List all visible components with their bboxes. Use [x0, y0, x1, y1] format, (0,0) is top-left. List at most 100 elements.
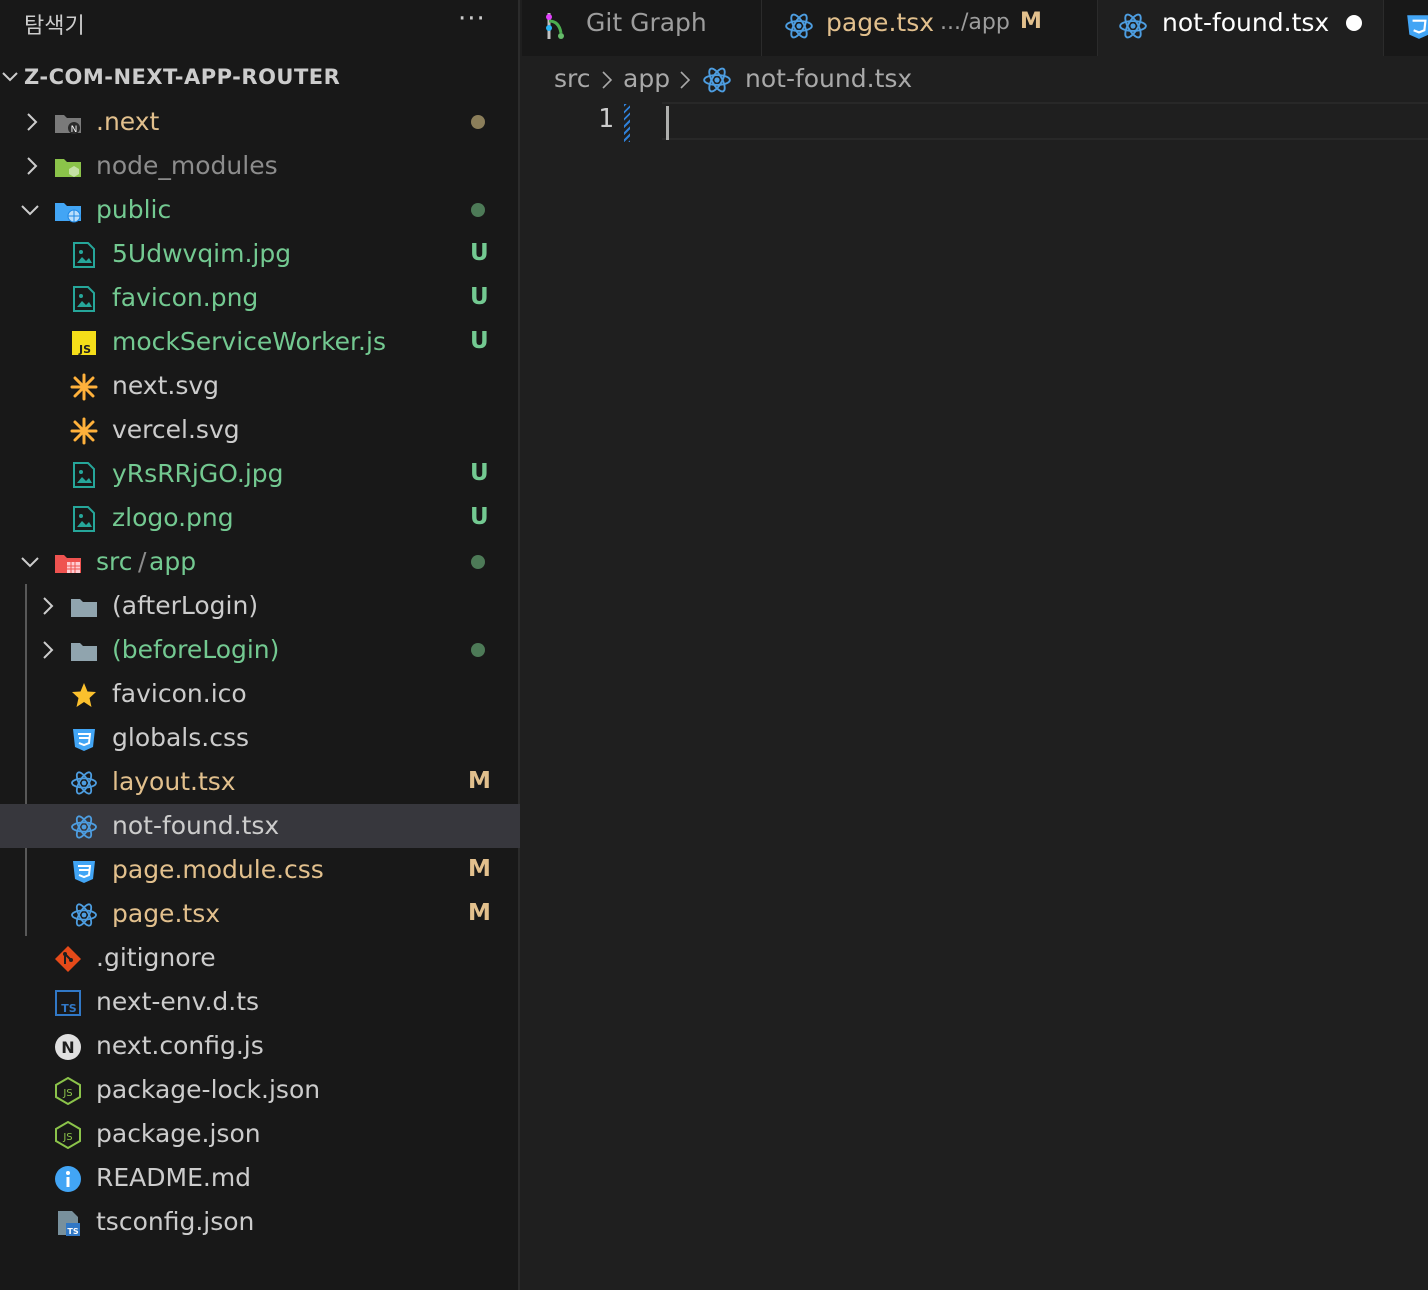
tree-item-label: mockServiceWorker.js	[112, 327, 386, 356]
tree-item-next[interactable]: N .next	[0, 100, 520, 144]
chevron-down-icon	[21, 557, 39, 568]
tree-item-next-config-js[interactable]: N next.config.js	[0, 1024, 520, 1068]
path-separator: /	[138, 547, 147, 576]
modified-badge: M	[468, 768, 491, 794]
chevron-down-icon	[2, 72, 18, 82]
css-file-icon	[73, 861, 95, 883]
tsconfig-icon: TS	[58, 1211, 80, 1236]
gutter-change-marker	[624, 104, 630, 142]
current-line-highlight	[662, 102, 1428, 140]
tree-item-mockserviceworker-js[interactable]: JS mockServiceWorker.js U	[0, 320, 520, 364]
git-icon	[55, 946, 81, 972]
tree-item-label: zlogo.png	[112, 503, 234, 532]
tree-item-node-modules[interactable]: node_modules	[0, 144, 520, 188]
tree-item-page-module-css[interactable]: page.module.css M	[0, 848, 520, 892]
tree-item-label: (beforeLogin)	[112, 635, 280, 664]
tree-item-label-app: app	[149, 547, 197, 576]
tree-item-page-tsx[interactable]: page.tsx M	[0, 892, 520, 936]
nodejs-icon: JS	[55, 1121, 81, 1149]
tree-item-label: public	[96, 195, 172, 224]
tree-item-next-env-d-ts[interactable]: TS next-env.d.ts	[0, 980, 520, 1024]
tree-item-globals-css[interactable]: globals.css	[0, 716, 520, 760]
image-file-icon	[73, 242, 95, 268]
tree-item-label: next.config.js	[96, 1031, 264, 1060]
tab-overflow[interactable]	[1384, 0, 1428, 56]
modified-badge: M	[1020, 9, 1042, 34]
tab-label: page.tsx	[826, 8, 935, 37]
text-cursor	[666, 106, 669, 140]
tree-item-next-svg[interactable]: next.svg	[0, 364, 520, 408]
folder-icon: N	[55, 115, 81, 135]
node-folder-icon	[55, 159, 81, 177]
tree-item-label: yRsRRjGO.jpg	[112, 459, 284, 488]
svg-text:N: N	[61, 1038, 74, 1057]
tree-item-label: next.svg	[112, 371, 220, 400]
folder-icon	[71, 599, 97, 617]
folder-icon	[71, 643, 97, 661]
tab-label: Git Graph	[586, 8, 707, 37]
app-folder-icon	[55, 555, 81, 573]
tree-item-label: .gitignore	[96, 943, 216, 972]
svg-text:TS: TS	[61, 1002, 77, 1015]
tree-item-label: package.json	[96, 1119, 261, 1148]
tree-item-label: README.md	[96, 1163, 252, 1192]
tree-item-package-json[interactable]: JS package.json	[0, 1112, 520, 1156]
tree-item-label: src	[96, 547, 133, 576]
tree-item-vercel-svg[interactable]: vercel.svg	[0, 408, 520, 452]
tree-item-layout-tsx[interactable]: layout.tsx M	[0, 760, 520, 804]
line-number: 1	[598, 104, 614, 134]
tree-item-label: favicon.png	[112, 283, 259, 312]
tree-item-yrsrrjgo-jpg[interactable]: yRsRRjGO.jpg U	[0, 452, 520, 496]
tree-item-label: page.module.css	[112, 855, 324, 884]
tree-item-5udwvqim-jpg[interactable]: 5Udwvqim.jpg U	[0, 232, 520, 276]
tree-item-beforelogin[interactable]: (beforeLogin)	[0, 628, 520, 672]
breadcrumb-file[interactable]: not-found.tsx	[745, 64, 912, 93]
breadcrumb-src[interactable]: src	[554, 64, 591, 93]
nextjs-icon: N	[55, 1034, 81, 1060]
tree-item-afterlogin[interactable]: (afterLogin)	[0, 584, 520, 628]
react-icon	[71, 903, 97, 927]
more-actions-icon[interactable]: ···	[458, 4, 486, 34]
editor-tab-bar: Git Graph page.tsx .../app M not-found.t…	[522, 0, 1428, 56]
modified-badge: M	[468, 900, 491, 926]
breadcrumb-app[interactable]: app	[623, 64, 670, 93]
svg-text:JS: JS	[62, 1132, 72, 1143]
tab-not-found-tsx[interactable]: not-found.tsx	[1098, 0, 1384, 56]
css-file-icon	[1407, 15, 1428, 39]
tree-item-label: package-lock.json	[96, 1075, 321, 1104]
tab-label: not-found.tsx	[1162, 8, 1330, 37]
tree-item-public[interactable]: public	[0, 188, 520, 232]
tree-item-favicon-png[interactable]: favicon.png U	[0, 276, 520, 320]
tree-item-zlogo-png[interactable]: zlogo.png U	[0, 496, 520, 540]
tree-item-not-found-tsx[interactable]: not-found.tsx	[0, 804, 520, 848]
tree-item-label: node_modules	[96, 151, 278, 180]
tree-item-label: vercel.svg	[112, 415, 240, 444]
project-root-header[interactable]: Z-COM-NEXT-APP-ROUTER	[0, 56, 520, 100]
chevron-right-icon	[602, 71, 613, 89]
star-file-icon	[72, 683, 96, 707]
tree-item-favicon-ico[interactable]: favicon.ico	[0, 672, 520, 716]
tab-git-graph[interactable]: Git Graph	[522, 0, 762, 56]
unsaved-dot-icon[interactable]	[1346, 15, 1362, 31]
tree-item-package-lock-json[interactable]: JS package-lock.json	[0, 1068, 520, 1112]
chevron-right-icon	[43, 641, 54, 659]
image-file-icon	[73, 506, 95, 532]
code-editor[interactable]: 1	[522, 102, 1428, 1290]
tree-item-src-app[interactable]: src / app	[0, 540, 520, 584]
breadcrumb: src app not-found.tsx	[522, 56, 1428, 102]
react-icon	[71, 771, 97, 795]
modified-badge: M	[468, 856, 491, 882]
untracked-badge: U	[470, 240, 489, 266]
tree-item-readme-md[interactable]: README.md	[0, 1156, 520, 1200]
svg-file-icon	[70, 417, 98, 445]
image-file-icon	[73, 286, 95, 312]
tree-item-label: not-found.tsx	[112, 811, 280, 840]
info-icon	[55, 1166, 81, 1192]
svg-text:JS: JS	[62, 1088, 72, 1099]
public-folder-icon	[55, 203, 81, 223]
tab-page-tsx[interactable]: page.tsx .../app M	[762, 0, 1098, 56]
tree-item-gitignore[interactable]: .gitignore	[0, 936, 520, 980]
svg-text:JS: JS	[78, 343, 91, 356]
tree-item-tsconfig-json[interactable]: TS tsconfig.json	[0, 1200, 520, 1244]
tree-item-label: .next	[96, 107, 160, 136]
